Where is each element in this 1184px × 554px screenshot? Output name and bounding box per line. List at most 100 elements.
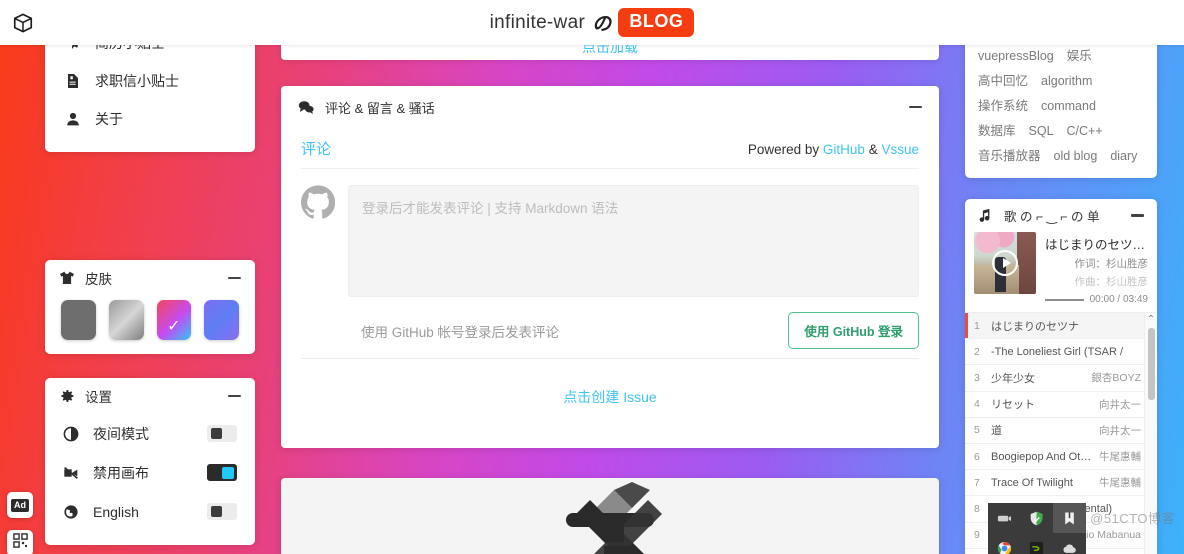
playlist-track-name: 道 bbox=[991, 425, 1002, 438]
vssue-link[interactable]: Vssue bbox=[881, 142, 919, 157]
site-particle-text: の bbox=[592, 14, 612, 35]
comments-card-header: 评论 & 留言 & 骚话 bbox=[281, 90, 939, 124]
skin-swatch-blue-purple[interactable] bbox=[204, 300, 239, 340]
collapse-icon[interactable] bbox=[228, 394, 241, 398]
sidebar-item-label: 关于 bbox=[95, 111, 123, 127]
scrollbar-thumb[interactable] bbox=[1147, 328, 1155, 400]
play-icon[interactable] bbox=[992, 250, 1018, 276]
tag-item[interactable]: command bbox=[1041, 98, 1096, 114]
sidebar-item-about[interactable]: 关于 bbox=[45, 100, 255, 138]
album-art[interactable] bbox=[974, 232, 1036, 294]
login-hint-text: 使用 GitHub 帐号登录后发表评论 bbox=[361, 324, 560, 340]
tag-item[interactable]: vuepressBlog bbox=[978, 48, 1054, 64]
toggle-knob bbox=[211, 428, 222, 439]
time-display: 00:00 / 03:49 bbox=[1089, 294, 1148, 305]
watermark: @51CTO博客 bbox=[1090, 511, 1175, 526]
playlist-index: 5 bbox=[974, 424, 980, 437]
toggle-disable-canvas[interactable] bbox=[207, 464, 237, 481]
github-octocat-icon bbox=[300, 185, 336, 219]
album-art-building bbox=[1017, 232, 1036, 294]
playlist-artist: 牛尾惠輔 bbox=[1099, 451, 1141, 464]
comments-card: 评论 & 留言 & 骚话 评论 Powered by GitHub & Vssu… bbox=[281, 86, 939, 448]
system-tray-overlay bbox=[988, 503, 1086, 554]
top-header-bar: infinite-war の BLOG bbox=[0, 0, 1184, 45]
cloud-taskbar-icon[interactable] bbox=[1053, 533, 1086, 554]
tag-item[interactable]: 数据库 bbox=[978, 123, 1016, 139]
collapse-icon[interactable] bbox=[909, 105, 922, 109]
chrome-taskbar-icon[interactable] bbox=[988, 533, 1021, 554]
github-link[interactable]: GitHub bbox=[823, 142, 865, 157]
playlist-item[interactable]: 1 はじまりのセツナ bbox=[965, 313, 1157, 340]
tag-item[interactable]: old blog bbox=[1054, 148, 1098, 164]
site-name-text: infinite-war bbox=[489, 11, 586, 33]
tag-item[interactable]: SQL bbox=[1029, 123, 1054, 139]
collapse-icon[interactable] bbox=[1131, 214, 1144, 217]
tag-item[interactable]: C/C++ bbox=[1067, 123, 1103, 139]
tag-item[interactable]: 娱乐 bbox=[1067, 48, 1092, 64]
playlist-track-name: リセット bbox=[991, 399, 1035, 412]
windows-store-tray-icon[interactable] bbox=[1053, 503, 1086, 533]
skin-panel: 皮肤 ✓ bbox=[45, 260, 255, 354]
user-icon bbox=[65, 111, 81, 127]
comment-input[interactable] bbox=[348, 185, 919, 297]
playlist-item[interactable]: 2 -The Loneliest Girl (TSAR / bbox=[965, 339, 1157, 366]
tshirt-icon bbox=[59, 270, 75, 286]
document-icon bbox=[65, 73, 81, 89]
playlist-item[interactable]: 3 少年少女 銀杏BOYZ bbox=[965, 365, 1157, 392]
ad-button-label: Ad bbox=[11, 498, 29, 512]
tag-item[interactable]: 高中回忆 bbox=[978, 73, 1028, 89]
playlist-index: 2 bbox=[974, 345, 980, 358]
setting-row-night-mode: 夜间模式 bbox=[45, 414, 255, 453]
tag-item[interactable]: algorithm bbox=[1041, 73, 1092, 89]
progress-slider[interactable] bbox=[1045, 298, 1084, 301]
tag-item[interactable]: 音乐播放器 bbox=[978, 148, 1041, 164]
ad-button[interactable]: Ad bbox=[7, 492, 33, 518]
qrcode-button[interactable] bbox=[7, 530, 33, 554]
playlist-track-name: -The Loneliest Girl (TSAR / bbox=[991, 345, 1124, 358]
nvidia-taskbar-icon[interactable] bbox=[1021, 533, 1054, 554]
vssue-title: 评论 bbox=[301, 141, 332, 158]
toggle-night-mode[interactable] bbox=[207, 425, 237, 442]
tag-item[interactable]: 操作系统 bbox=[978, 98, 1028, 114]
now-playing-row: はじまりのセツナ - ... 作词：杉山胜彦 作曲：杉山胜彦 00:00 / 0… bbox=[965, 232, 1157, 312]
skin-swatch-dark-gray[interactable] bbox=[61, 300, 96, 340]
playlist-item[interactable]: 7 Trace Of Twilight 牛尾惠輔 bbox=[965, 470, 1157, 497]
network-tray-icon[interactable] bbox=[988, 503, 1021, 533]
playlist-track-name: はじまりのセツナ bbox=[991, 320, 1079, 333]
collapse-icon[interactable] bbox=[228, 276, 241, 280]
skin-swatch-row: ✓ bbox=[45, 296, 255, 340]
skin-panel-header: 皮肤 bbox=[45, 260, 255, 296]
playlist-artist: 向井太一 bbox=[1099, 424, 1141, 437]
login-row: 使用 GitHub 帐号登录后发表评论 使用 GitHub 登录 bbox=[301, 303, 919, 359]
music-note-icon bbox=[978, 208, 994, 224]
site-title[interactable]: infinite-war の BLOG bbox=[0, 0, 1184, 45]
toggle-knob bbox=[222, 467, 234, 479]
playlist-artist: io Mabanua bbox=[1086, 529, 1141, 542]
check-icon: ✓ bbox=[167, 318, 181, 335]
playlist-artist: 銀杏BOYZ bbox=[1091, 372, 1141, 385]
comments-card-title: 评论 & 留言 & 骚话 bbox=[325, 100, 435, 116]
skin-panel-title: 皮肤 bbox=[85, 272, 112, 287]
toggle-language[interactable] bbox=[207, 503, 237, 520]
sidebar-item-coverletter-tips[interactable]: 求职信小贴士 bbox=[45, 62, 255, 100]
sidebar-item-label: 求职信小贴士 bbox=[95, 73, 179, 89]
blog-badge[interactable]: BLOG bbox=[618, 8, 695, 37]
playlist-item[interactable]: 5 道 向井太一 bbox=[965, 418, 1157, 444]
qrcode-icon bbox=[12, 533, 28, 553]
playlist-index: 3 bbox=[974, 371, 980, 384]
playlist-item[interactable]: 4 リセット 向井太一 bbox=[965, 392, 1157, 418]
track-composer: 作曲：杉山胜彦 bbox=[1074, 276, 1149, 288]
github-login-button[interactable]: 使用 GitHub 登录 bbox=[788, 312, 919, 349]
vssue-powered-by: Powered by GitHub & Vssue bbox=[748, 142, 919, 157]
security-shield-tray-icon[interactable] bbox=[1021, 503, 1054, 533]
scroll-up-icon[interactable]: ⌃ bbox=[1147, 313, 1155, 326]
skin-swatch-silver-gradient[interactable] bbox=[108, 300, 144, 340]
playlist-item[interactable]: 6 Boogiepop And Others 牛尾惠輔 bbox=[965, 444, 1157, 471]
skin-swatch-pink-purple-cyan[interactable]: ✓ bbox=[156, 300, 192, 340]
track-title: はじまりのセツナ - ... bbox=[1045, 238, 1148, 252]
create-issue-link[interactable]: 点击创建 Issue bbox=[301, 359, 919, 435]
progress-row: 00:00 / 03:49 bbox=[1045, 294, 1148, 305]
playlist-index: 7 bbox=[974, 476, 980, 489]
tag-item[interactable]: diary bbox=[1110, 148, 1137, 164]
setting-label-disable-canvas: 禁用画布 bbox=[93, 464, 149, 481]
